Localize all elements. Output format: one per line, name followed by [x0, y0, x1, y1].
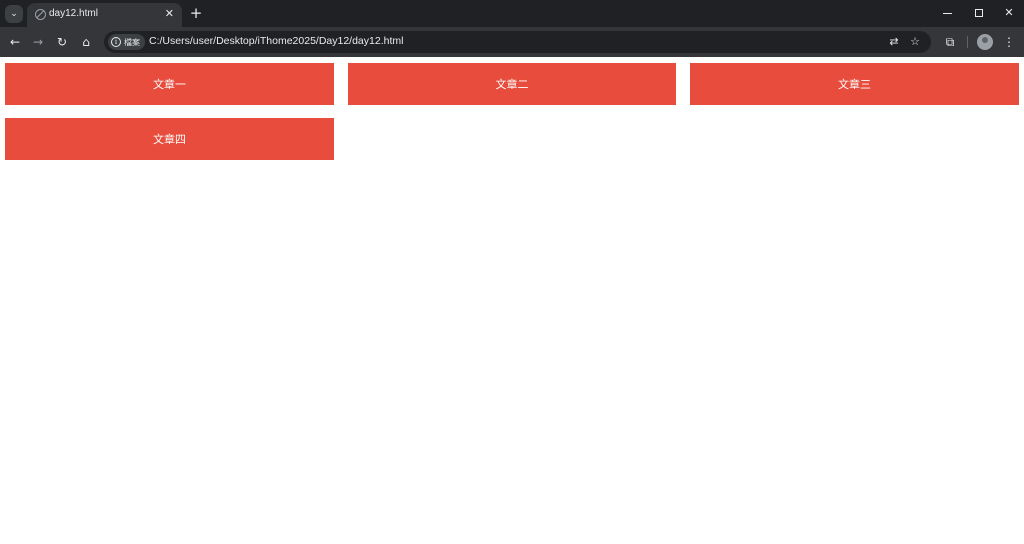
home-icon[interactable]: ⌂ — [78, 34, 94, 50]
kebab-menu-icon[interactable]: ⋮ — [1001, 34, 1017, 50]
article-card-label: 文章一 — [153, 78, 186, 91]
toolbar-divider — [967, 36, 968, 48]
site-chip-label: 檔案 — [124, 37, 140, 47]
profile-avatar-icon[interactable] — [977, 34, 993, 50]
reload-icon[interactable]: ↻ — [54, 34, 70, 50]
tab-strip: ⌄ day12.html ✕ + ✕ — [0, 0, 1024, 27]
tab-day12[interactable]: day12.html ✕ — [27, 3, 182, 27]
window-close-icon[interactable]: ✕ — [1002, 6, 1016, 20]
forward-arrow-icon[interactable]: → — [30, 34, 46, 50]
bookmark-star-icon[interactable]: ☆ — [907, 34, 923, 50]
article-card-4: 文章四 — [5, 118, 334, 160]
browser-toolbar: ← → ↻ ⌂ i 檔案 C:/Users/user/Desktop/iThom… — [0, 27, 1024, 57]
article-card-label: 文章二 — [495, 78, 529, 91]
minimize-icon[interactable] — [941, 6, 955, 20]
tab-title: day12.html — [49, 8, 98, 19]
translate-icon[interactable]: ⇄ — [886, 34, 902, 50]
extensions-puzzle-icon[interactable]: ⧉ — [942, 34, 958, 50]
page-content: 文章一 文章二 文章三 文章四 — [0, 57, 1024, 544]
tab-search-chevron-down-icon[interactable]: ⌄ — [5, 5, 23, 23]
restore-icon[interactable] — [972, 6, 986, 20]
favicon-globe-icon — [35, 9, 46, 20]
site-info-chip[interactable]: i 檔案 — [108, 34, 145, 50]
address-bar[interactable]: i 檔案 C:/Users/user/Desktop/iThome2025/Da… — [104, 31, 931, 53]
new-tab-plus-icon[interactable]: + — [188, 4, 204, 22]
back-arrow-icon[interactable]: ← — [7, 34, 23, 50]
article-card-3: 文章三 — [690, 63, 1019, 105]
article-card-2: 文章二 — [348, 63, 676, 105]
article-card-label: 文章四 — [153, 133, 186, 146]
article-card-1: 文章一 — [5, 63, 334, 105]
tab-close-icon[interactable]: ✕ — [165, 7, 174, 21]
article-card-label: 文章三 — [838, 78, 871, 91]
info-icon: i — [111, 37, 121, 47]
url-text[interactable]: C:/Users/user/Desktop/iThome2025/Day12/d… — [149, 35, 403, 47]
